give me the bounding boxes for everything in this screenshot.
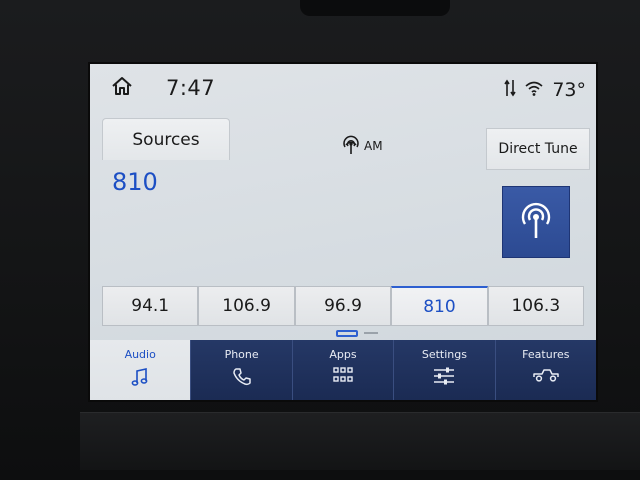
page-dot-active (336, 329, 358, 337)
data-transfer-icon (504, 78, 516, 102)
bezel-notch (300, 0, 450, 16)
nav-audio-label: Audio (124, 348, 156, 361)
bezel-lip (80, 412, 640, 470)
truck-icon (533, 367, 559, 383)
broadcast-button[interactable] (502, 186, 570, 258)
direct-tune-button[interactable]: Direct Tune (486, 128, 590, 170)
status-bar: 7:47 73° (90, 64, 596, 110)
antenna-icon (342, 135, 360, 158)
preset-3[interactable]: 96.9 (294, 286, 392, 326)
band-label: AM (364, 139, 383, 153)
current-station-frequency: 810 (112, 168, 158, 196)
outside-temperature: 73° (552, 79, 586, 101)
preset-1[interactable]: 94.1 (102, 286, 199, 326)
broadcast-icon (518, 200, 554, 244)
nav-phone[interactable]: Phone (190, 340, 292, 400)
display-bezel: 7:47 73° Sources AM Direct Tune 810 94.1… (0, 0, 640, 480)
nav-phone-label: Phone (224, 348, 259, 361)
wifi-icon (524, 79, 544, 101)
page-dot (364, 332, 378, 334)
status-indicators: 73° (504, 78, 586, 102)
nav-apps[interactable]: Apps (291, 340, 394, 400)
nav-features-label: Features (522, 348, 570, 361)
home-icon[interactable] (110, 74, 134, 98)
preset-5[interactable]: 106.3 (487, 286, 585, 326)
band-indicator: AM (342, 134, 383, 158)
nav-apps-label: Apps (329, 348, 357, 361)
apps-grid-icon (333, 367, 353, 385)
sources-button[interactable]: Sources (102, 118, 230, 160)
preset-4[interactable]: 810 (391, 286, 488, 326)
phone-icon (232, 367, 252, 387)
clock: 7:47 (166, 76, 216, 100)
nav-settings-label: Settings (421, 348, 467, 361)
preset-2[interactable]: 106.9 (198, 286, 295, 326)
music-note-icon (131, 367, 149, 387)
sliders-icon (433, 367, 455, 385)
nav-audio[interactable]: Audio (90, 340, 191, 400)
bottom-navigation: Audio Phone Apps Settings Features (90, 340, 596, 400)
nav-features[interactable]: Features (494, 340, 596, 400)
infotainment-screen: 7:47 73° Sources AM Direct Tune 810 94.1… (88, 62, 598, 402)
nav-settings[interactable]: Settings (393, 340, 495, 400)
preset-bar: 94.1 106.9 96.9 810 106.3 (102, 286, 585, 326)
preset-page-indicator[interactable] (336, 328, 380, 338)
